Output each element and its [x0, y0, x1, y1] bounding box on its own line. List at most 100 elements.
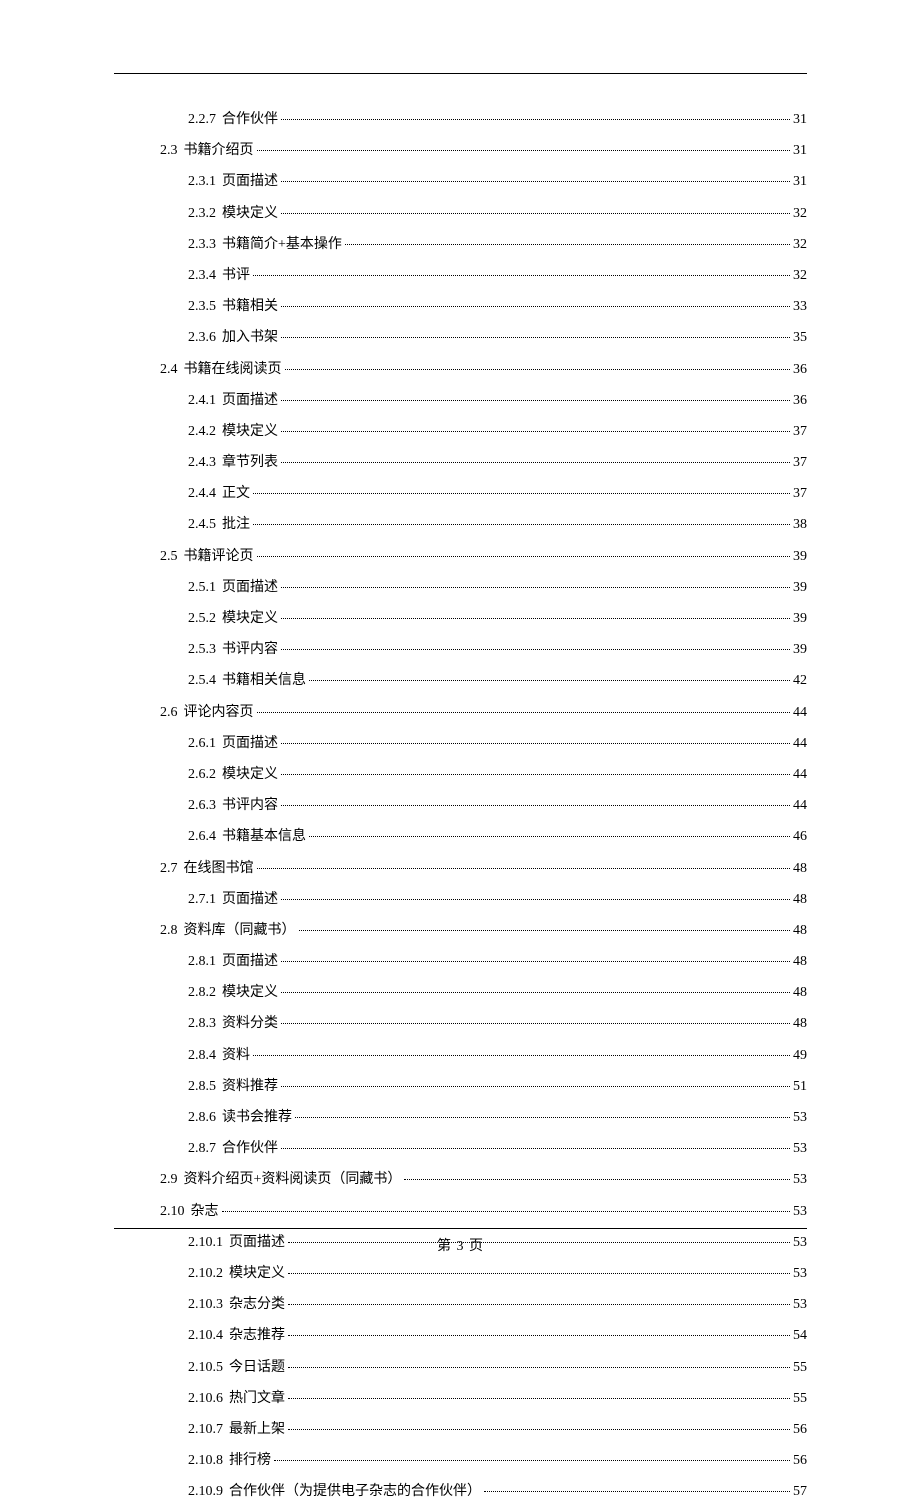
- toc-title: 模块定义: [222, 763, 278, 783]
- toc-title: 模块定义: [222, 981, 278, 1001]
- toc-entry[interactable]: 2.8.5资料推荐51: [114, 1075, 807, 1095]
- toc-entry[interactable]: 2.4.4正文37: [114, 482, 807, 502]
- toc-entry[interactable]: 2.8.2模块定义48: [114, 981, 807, 1001]
- toc-leader-dots: [281, 431, 790, 432]
- toc-page: 48: [793, 954, 807, 970]
- toc-entry[interactable]: 2.10.5今日话题55: [114, 1356, 807, 1376]
- toc-number: 2.8.5: [188, 1079, 216, 1095]
- toc-entry[interactable]: 2.3.6加入书架35: [114, 326, 807, 346]
- toc-title: 排行榜: [229, 1449, 271, 1469]
- toc-leader-dots: [253, 275, 790, 276]
- toc-entry[interactable]: 2.9资料介绍页+资料阅读页（同藏书）53: [114, 1168, 807, 1188]
- toc-entry[interactable]: 2.10.9合作伙伴（为提供电子杂志的合作伙伴）57: [114, 1480, 807, 1500]
- toc-entry[interactable]: 2.10.3杂志分类53: [114, 1293, 807, 1313]
- toc-title: 书籍简介+基本操作: [222, 233, 342, 253]
- toc-page: 53: [793, 1110, 807, 1126]
- toc-entry[interactable]: 2.5书籍评论页39: [114, 545, 807, 565]
- toc-entry[interactable]: 2.6.2模块定义44: [114, 763, 807, 783]
- document-page: 2.2.7合作伙伴312.3书籍介绍页312.3.1页面描述312.3.2模块定…: [114, 73, 807, 1229]
- toc-entry[interactable]: 2.3.3书籍简介+基本操作32: [114, 233, 807, 253]
- toc-leader-dots: [288, 1367, 790, 1368]
- toc-entry[interactable]: 2.2.7合作伙伴31: [114, 108, 807, 128]
- toc-number: 2.3.3: [188, 237, 216, 253]
- toc-entry[interactable]: 2.10杂志53: [114, 1200, 807, 1220]
- toc-title: 评论内容页: [184, 701, 254, 721]
- toc-number: 2.3.1: [188, 174, 216, 190]
- toc-entry[interactable]: 2.5.1页面描述39: [114, 576, 807, 596]
- toc-leader-dots: [257, 556, 791, 557]
- toc-entry[interactable]: 2.7在线图书馆48: [114, 857, 807, 877]
- toc-page: 56: [793, 1453, 807, 1469]
- toc-number: 2.6: [160, 705, 178, 721]
- toc-entry[interactable]: 2.8.3 资料分类 48: [114, 1012, 807, 1032]
- toc-entry[interactable]: 2.5.4书籍相关信息42: [114, 669, 807, 689]
- toc-page: 48: [793, 1016, 807, 1032]
- toc-entry[interactable]: 2.6.4书籍基本信息46: [114, 825, 807, 845]
- toc-title: 模块定义: [229, 1262, 285, 1282]
- toc-entry[interactable]: 2.3.5书籍相关33: [114, 295, 807, 315]
- toc-page: 37: [793, 455, 807, 471]
- toc-entry[interactable]: 2.8.7合作伙伴53: [114, 1137, 807, 1157]
- toc-entry[interactable]: 2.10.7最新上架56: [114, 1418, 807, 1438]
- toc-title: 资料分类: [222, 1012, 278, 1032]
- toc-title: 模块定义: [222, 607, 278, 627]
- toc-entry[interactable]: 2.5.3书评内容39: [114, 638, 807, 658]
- toc-leader-dots: [253, 1055, 790, 1056]
- toc-number: 2.2.7: [188, 112, 216, 128]
- toc-entry[interactable]: 2.10.4杂志推荐54: [114, 1324, 807, 1344]
- toc-entry[interactable]: 2.6.1页面描述44: [114, 732, 807, 752]
- toc-entry[interactable]: 2.4.2模块定义37: [114, 420, 807, 440]
- toc-number: 2.8.1: [188, 954, 216, 970]
- toc-title: 书籍基本信息: [222, 825, 306, 845]
- toc-entry[interactable]: 2.5.2模块定义39: [114, 607, 807, 627]
- toc-number: 2.4.5: [188, 517, 216, 533]
- toc-entry[interactable]: 2.10.6热门文章55: [114, 1387, 807, 1407]
- toc-page: 53: [793, 1204, 807, 1220]
- toc-entry[interactable]: 2.6评论内容页44: [114, 701, 807, 721]
- toc-number: 2.4.2: [188, 424, 216, 440]
- toc-entry[interactable]: 2.6.3书评内容44: [114, 794, 807, 814]
- toc-page: 31: [793, 174, 807, 190]
- toc-number: 2.5.2: [188, 611, 216, 627]
- toc-entry[interactable]: 2.4.1页面描述36: [114, 389, 807, 409]
- toc-title: 页面描述: [222, 950, 278, 970]
- toc-entry[interactable]: 2.8.4资料49: [114, 1044, 807, 1064]
- toc-entry[interactable]: 2.4.5批注38: [114, 513, 807, 533]
- toc-leader-dots: [281, 992, 790, 993]
- toc-entry[interactable]: 2.10.2模块定义53: [114, 1262, 807, 1282]
- toc-leader-dots: [253, 493, 790, 494]
- toc-entry[interactable]: 2.4.3章节列表37: [114, 451, 807, 471]
- toc-entry[interactable]: 2.3书籍介绍页31: [114, 139, 807, 159]
- toc-title: 页面描述: [222, 170, 278, 190]
- toc-entry[interactable]: 2.7.1页面描述48: [114, 888, 807, 908]
- toc-leader-dots: [257, 712, 791, 713]
- toc-number: 2.8.6: [188, 1110, 216, 1126]
- toc-entry[interactable]: 2.3.2模块定义32: [114, 202, 807, 222]
- toc-entry[interactable]: 2.10.8排行榜56: [114, 1449, 807, 1469]
- toc-entry[interactable]: 2.8.6读书会推荐53: [114, 1106, 807, 1126]
- toc-entry[interactable]: 2.8.1 页面描述 48: [114, 950, 807, 970]
- toc-number: 2.4.3: [188, 455, 216, 471]
- toc-number: 2.6.3: [188, 798, 216, 814]
- toc-title: 页面描述: [222, 732, 278, 752]
- toc-entry[interactable]: 2.3.4书评32: [114, 264, 807, 284]
- toc-number: 2.8.3: [188, 1016, 216, 1032]
- toc-page: 32: [793, 206, 807, 222]
- toc-number: 2.10.2: [188, 1266, 223, 1282]
- toc-number: 2.3.5: [188, 299, 216, 315]
- toc-leader-dots: [288, 1273, 790, 1274]
- toc-number: 2.6.2: [188, 767, 216, 783]
- toc-entry[interactable]: 2.4书籍在线阅读页36: [114, 358, 807, 378]
- toc-title: 合作伙伴: [222, 1137, 278, 1157]
- toc-number: 2.3.2: [188, 206, 216, 222]
- table-of-contents: 2.2.7合作伙伴312.3书籍介绍页312.3.1页面描述312.3.2模块定…: [114, 74, 807, 1500]
- toc-leader-dots: [281, 213, 790, 214]
- toc-leader-dots: [309, 680, 790, 681]
- toc-entry[interactable]: 2.8资料库（同藏书）48: [114, 919, 807, 939]
- toc-title: 书籍介绍页: [184, 139, 254, 159]
- toc-page: 31: [793, 143, 807, 159]
- toc-title: 书籍相关信息: [222, 669, 306, 689]
- toc-number: 2.6.4: [188, 829, 216, 845]
- toc-entry[interactable]: 2.3.1 页面描述 31: [114, 170, 807, 190]
- toc-page: 55: [793, 1391, 807, 1407]
